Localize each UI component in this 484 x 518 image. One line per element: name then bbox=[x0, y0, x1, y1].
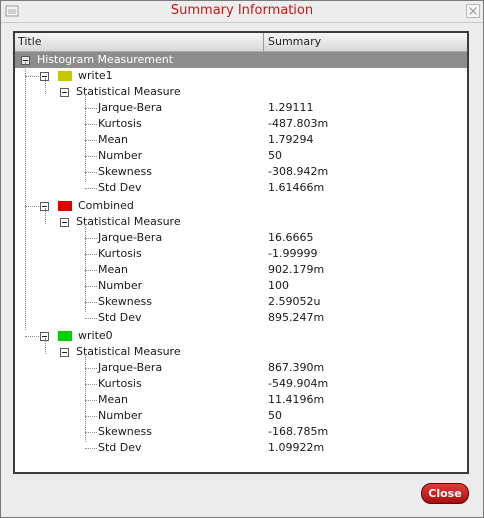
group-label: write1 bbox=[78, 69, 113, 82]
tree-row-section[interactable]: Statistical Measure bbox=[15, 214, 467, 230]
stat-value: 11.4196m bbox=[268, 393, 325, 406]
stat-label: Jarque-Bera bbox=[98, 361, 163, 374]
window-title: Summary Information bbox=[170, 3, 314, 18]
tree-row-stat[interactable]: Std Dev 1.61466m bbox=[15, 180, 467, 196]
stat-value: 1.09922m bbox=[268, 441, 325, 454]
stat-label: Mean bbox=[98, 133, 128, 146]
column-header-summary[interactable]: Summary bbox=[268, 35, 321, 48]
tree-root-label: Histogram Measurement bbox=[37, 53, 174, 66]
series-color-swatch bbox=[58, 71, 72, 81]
tree-row-group[interactable]: write0 bbox=[15, 328, 467, 344]
tree-row-stat[interactable]: Number 50 bbox=[15, 148, 467, 164]
stat-label: Jarque-Bera bbox=[98, 231, 163, 244]
stat-value: -308.942m bbox=[268, 165, 329, 178]
stat-value: 2.59052u bbox=[268, 295, 321, 308]
stat-value: 1.61466m bbox=[268, 181, 325, 194]
series-color-swatch bbox=[58, 201, 72, 211]
stat-label: Std Dev bbox=[98, 181, 142, 194]
stat-label: Mean bbox=[98, 263, 128, 276]
stat-label: Number bbox=[98, 149, 143, 162]
tree-row-stat[interactable]: Jarque-Bera 867.390m bbox=[15, 360, 467, 376]
tree-row-group[interactable]: write1 bbox=[15, 68, 467, 84]
tree-row-stat[interactable]: Number 50 bbox=[15, 408, 467, 424]
summary-dialog: Summary Information Title Summary Histog… bbox=[0, 0, 484, 518]
stat-label: Skewness bbox=[98, 425, 152, 438]
tree-row-root[interactable]: Histogram Measurement bbox=[15, 52, 467, 68]
stat-label: Mean bbox=[98, 393, 128, 406]
title-bar: Summary Information bbox=[1, 1, 483, 23]
stat-label: Std Dev bbox=[98, 441, 142, 454]
stat-value: 867.390m bbox=[268, 361, 325, 374]
stat-value: 902.179m bbox=[268, 263, 325, 276]
stat-label: Kurtosis bbox=[98, 377, 142, 390]
tree-header: Title Summary bbox=[15, 33, 467, 52]
tree-row-stat[interactable]: Skewness -308.942m bbox=[15, 164, 467, 180]
tree-row-section[interactable]: Statistical Measure bbox=[15, 84, 467, 100]
stat-label: Number bbox=[98, 409, 143, 422]
close-button[interactable]: Close bbox=[421, 483, 469, 504]
stat-value: 1.79294 bbox=[268, 133, 314, 146]
tree-row-stat[interactable]: Skewness 2.59052u bbox=[15, 294, 467, 310]
stat-label: Number bbox=[98, 279, 143, 292]
series-color-swatch bbox=[58, 331, 72, 341]
stat-value: -549.904m bbox=[268, 377, 329, 390]
stat-value: -1.99999 bbox=[268, 247, 318, 260]
tree-row-group[interactable]: Combined bbox=[15, 198, 467, 214]
tree-row-stat[interactable]: Std Dev 895.247m bbox=[15, 310, 467, 326]
tree-row-stat[interactable]: Mean 11.4196m bbox=[15, 392, 467, 408]
stat-label: Jarque-Bera bbox=[98, 101, 163, 114]
stat-value: -168.785m bbox=[268, 425, 329, 438]
stat-label: Std Dev bbox=[98, 311, 142, 324]
tree-row-stat[interactable]: Mean 1.79294 bbox=[15, 132, 467, 148]
stat-value: 100 bbox=[268, 279, 289, 292]
collapse-icon[interactable] bbox=[60, 348, 69, 357]
collapse-icon[interactable] bbox=[60, 88, 69, 97]
collapse-icon[interactable] bbox=[60, 218, 69, 227]
stat-value: 50 bbox=[268, 149, 282, 162]
stat-value: 16.6665 bbox=[268, 231, 314, 244]
tree-row-stat[interactable]: Jarque-Bera 16.6665 bbox=[15, 230, 467, 246]
tree-row-stat[interactable]: Kurtosis -549.904m bbox=[15, 376, 467, 392]
window-close-icon[interactable] bbox=[466, 4, 480, 18]
tree-row-stat[interactable]: Mean 902.179m bbox=[15, 262, 467, 278]
stat-label: Kurtosis bbox=[98, 117, 142, 130]
stat-label: Kurtosis bbox=[98, 247, 142, 260]
tree-row-stat[interactable]: Number 100 bbox=[15, 278, 467, 294]
column-divider[interactable] bbox=[263, 33, 264, 51]
stat-value: 50 bbox=[268, 409, 282, 422]
summary-tree-panel[interactable]: Title Summary Histogram Measurement writ… bbox=[13, 31, 469, 474]
tree-row-stat[interactable]: Kurtosis -1.99999 bbox=[15, 246, 467, 262]
section-label: Statistical Measure bbox=[76, 215, 181, 228]
tree-row-section[interactable]: Statistical Measure bbox=[15, 344, 467, 360]
stat-label: Skewness bbox=[98, 165, 152, 178]
stat-label: Skewness bbox=[98, 295, 152, 308]
section-label: Statistical Measure bbox=[76, 85, 181, 98]
tree-row-stat[interactable]: Std Dev 1.09922m bbox=[15, 440, 467, 456]
column-header-title[interactable]: Title bbox=[18, 35, 42, 48]
stat-value: 895.247m bbox=[268, 311, 325, 324]
tree-row-stat[interactable]: Kurtosis -487.803m bbox=[15, 116, 467, 132]
group-label: write0 bbox=[78, 329, 113, 342]
section-label: Statistical Measure bbox=[76, 345, 181, 358]
group-label: Combined bbox=[78, 199, 134, 212]
stat-value: -487.803m bbox=[268, 117, 329, 130]
tree-row-stat[interactable]: Skewness -168.785m bbox=[15, 424, 467, 440]
tree-row-stat[interactable]: Jarque-Bera 1.29111 bbox=[15, 100, 467, 116]
stat-value: 1.29111 bbox=[268, 101, 314, 114]
